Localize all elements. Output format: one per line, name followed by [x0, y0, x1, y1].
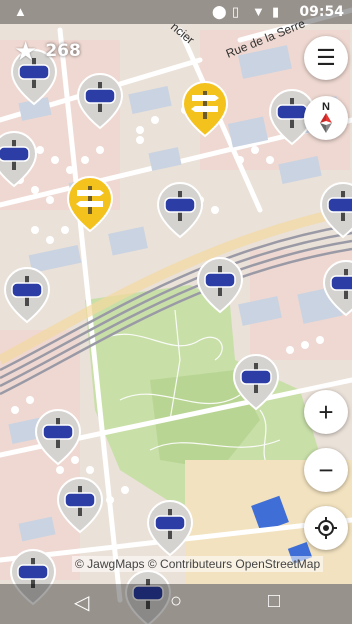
back-button[interactable]: ◁ [74, 590, 89, 615]
recents-button[interactable]: □ [268, 590, 280, 613]
clock: 09:54 [299, 4, 344, 20]
score-counter[interactable]: ★ 268 [14, 38, 81, 64]
map-canvas[interactable]: Rue de la Serre ncier [0, 0, 352, 624]
zoom-out-button[interactable]: − [304, 448, 348, 492]
locate-button[interactable] [304, 506, 348, 550]
menu-button[interactable]: ☰ [304, 36, 348, 80]
star-icon: ★ [14, 36, 38, 66]
score-value: 268 [45, 41, 81, 61]
compass-needle-icon [320, 112, 332, 133]
vibrate-icon: ▯ [232, 4, 240, 19]
menu-icon: ☰ [316, 45, 336, 70]
locate-icon [315, 517, 337, 539]
zoom-out-label: − [318, 454, 334, 485]
notification-icon: ▲ [14, 4, 27, 19]
compass-north-label: N [322, 100, 330, 113]
navigation-bar: ◁ ○ □ [0, 584, 352, 624]
home-button[interactable]: ○ [170, 590, 182, 613]
location-icon: ⬤ [212, 4, 227, 19]
status-bar: ▲ ⬤ ▯ ▼ ▮ 09:54 [0, 0, 352, 24]
wifi-icon: ▼ [252, 4, 265, 19]
battery-icon: ▮ [272, 4, 280, 19]
zoom-in-label: + [318, 396, 334, 427]
compass-button[interactable]: N [304, 96, 348, 140]
map-attribution[interactable]: © JawgMaps © Contributeurs OpenStreetMap [72, 556, 324, 572]
zoom-in-button[interactable]: + [304, 390, 348, 434]
